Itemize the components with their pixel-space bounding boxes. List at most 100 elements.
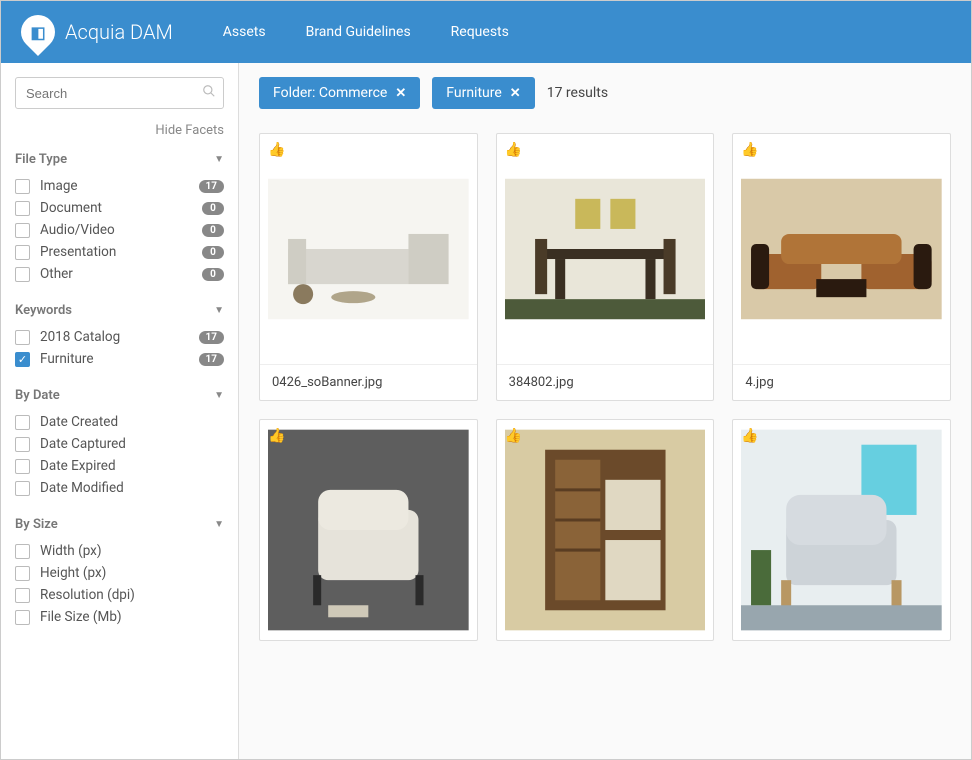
facet-header-size[interactable]: By Size ▼	[15, 517, 224, 532]
count-badge: 0	[202, 202, 224, 215]
facet-item[interactable]: Date Modified	[15, 477, 224, 499]
checkbox[interactable]	[15, 415, 30, 430]
facet-item[interactable]: Image 17	[15, 175, 224, 197]
facet-header-date[interactable]: By Date ▼	[15, 388, 224, 403]
facet-item[interactable]: Date Expired	[15, 455, 224, 477]
results-count: 17 results	[547, 85, 608, 101]
furniture-image	[741, 428, 942, 632]
asset-filename: 0426_soBanner.jpg	[260, 364, 477, 400]
checkbox[interactable]	[15, 179, 30, 194]
facet-item[interactable]: Presentation 0	[15, 241, 224, 263]
furniture-image	[268, 428, 469, 632]
facet-item[interactable]: Audio/Video 0	[15, 219, 224, 241]
facet-label: Image	[40, 178, 78, 194]
checkbox-checked[interactable]: ✓	[15, 352, 30, 367]
checkbox[interactable]	[15, 437, 30, 452]
chevron-down-icon: ▼	[214, 519, 224, 530]
checkbox[interactable]	[15, 588, 30, 603]
count-badge: 17	[199, 353, 224, 366]
app-header: ◧ Acquia DAM Assets Brand Guidelines Req…	[1, 1, 971, 63]
count-badge: 17	[199, 180, 224, 193]
facet-section-filetype: File Type ▼ Image 17 Document 0 Audio/Vi…	[15, 152, 224, 285]
facet-item[interactable]: 2018 Catalog 17	[15, 326, 224, 348]
facet-item[interactable]: Resolution (dpi)	[15, 584, 224, 606]
facet-header-filetype[interactable]: File Type ▼	[15, 152, 224, 167]
facet-label: Audio/Video	[40, 222, 115, 238]
chevron-down-icon: ▼	[214, 390, 224, 401]
asset-card[interactable]: 👍 384802.jpg	[496, 133, 715, 401]
chip-label: Folder: Commerce	[273, 85, 387, 101]
asset-filename: 384802.jpg	[497, 364, 714, 400]
furniture-image	[505, 142, 706, 356]
thumbs-up-icon[interactable]: 👍	[268, 428, 285, 444]
facet-title: File Type	[15, 152, 67, 167]
filter-chip-keyword[interactable]: Furniture ✕	[432, 77, 534, 109]
facet-sidebar: Hide Facets File Type ▼ Image 17 Documen…	[1, 63, 239, 759]
nav-requests[interactable]: Requests	[451, 24, 509, 40]
facet-section-keywords: Keywords ▼ 2018 Catalog 17 ✓Furniture 17	[15, 303, 224, 370]
checkbox[interactable]	[15, 201, 30, 216]
asset-card[interactable]: 👍	[259, 419, 478, 641]
checkbox[interactable]	[15, 330, 30, 345]
chip-label: Furniture	[446, 85, 502, 101]
thumbs-up-icon[interactable]: 👍	[741, 428, 758, 444]
facet-item[interactable]: ✓Furniture 17	[15, 348, 224, 370]
asset-thumbnail: 👍	[733, 134, 950, 364]
asset-thumbnail: 👍	[733, 420, 950, 640]
search-input[interactable]	[26, 86, 202, 101]
count-badge: 0	[202, 224, 224, 237]
facet-title: By Size	[15, 517, 58, 532]
checkbox[interactable]	[15, 459, 30, 474]
facet-item[interactable]: Date Captured	[15, 433, 224, 455]
nav-brand-guidelines[interactable]: Brand Guidelines	[306, 24, 411, 40]
facet-section-size: By Size ▼ Width (px) Height (px) Resolut…	[15, 517, 224, 628]
filter-chip-folder[interactable]: Folder: Commerce ✕	[259, 77, 420, 109]
main-layout: Hide Facets File Type ▼ Image 17 Documen…	[1, 63, 971, 759]
facet-item[interactable]: Date Created	[15, 411, 224, 433]
close-icon[interactable]: ✕	[395, 86, 406, 101]
count-badge: 0	[202, 246, 224, 259]
checkbox[interactable]	[15, 267, 30, 282]
facet-label: 2018 Catalog	[40, 329, 120, 345]
facet-item[interactable]: File Size (Mb)	[15, 606, 224, 628]
asset-thumbnail: 👍	[497, 134, 714, 364]
facet-item[interactable]: Height (px)	[15, 562, 224, 584]
facet-title: Keywords	[15, 303, 72, 318]
facet-item[interactable]: Document 0	[15, 197, 224, 219]
count-badge: 0	[202, 268, 224, 281]
checkbox[interactable]	[15, 481, 30, 496]
asset-card[interactable]: 👍 0426_soBanner.jpg	[259, 133, 478, 401]
asset-content: Folder: Commerce ✕ Furniture ✕ 17 result…	[239, 63, 971, 759]
checkbox[interactable]	[15, 223, 30, 238]
chevron-down-icon: ▼	[214, 305, 224, 316]
asset-grid: 👍 0426_soBanner.jpg 👍	[259, 133, 951, 641]
asset-card[interactable]: 👍	[496, 419, 715, 641]
asset-thumbnail: 👍	[260, 134, 477, 364]
search-box[interactable]	[15, 77, 224, 109]
thumbs-up-icon[interactable]: 👍	[505, 142, 522, 158]
thumbs-up-icon[interactable]: 👍	[505, 428, 522, 444]
close-icon[interactable]: ✕	[510, 86, 521, 101]
asset-card[interactable]: 👍 4.jpg	[732, 133, 951, 401]
asset-thumbnail: 👍	[497, 420, 714, 640]
facet-label: Date Modified	[40, 480, 124, 496]
hide-facets-toggle[interactable]: Hide Facets	[15, 123, 224, 138]
facet-label: Date Expired	[40, 458, 116, 474]
search-icon	[202, 84, 216, 102]
facet-section-date: By Date ▼ Date Created Date Captured Dat…	[15, 388, 224, 499]
facet-item[interactable]: Other 0	[15, 263, 224, 285]
furniture-image	[268, 142, 469, 356]
checkbox[interactable]	[15, 544, 30, 559]
nav-assets[interactable]: Assets	[223, 24, 266, 40]
facet-header-keywords[interactable]: Keywords ▼	[15, 303, 224, 318]
asset-card[interactable]: 👍	[732, 419, 951, 641]
furniture-image	[741, 142, 942, 356]
checkbox[interactable]	[15, 245, 30, 260]
facet-item[interactable]: Width (px)	[15, 540, 224, 562]
facet-label: Resolution (dpi)	[40, 587, 135, 603]
checkbox[interactable]	[15, 610, 30, 625]
thumbs-up-icon[interactable]: 👍	[741, 142, 758, 158]
checkbox[interactable]	[15, 566, 30, 581]
thumbs-up-icon[interactable]: 👍	[268, 142, 285, 158]
brand-logo[interactable]: ◧ Acquia DAM	[21, 15, 173, 49]
